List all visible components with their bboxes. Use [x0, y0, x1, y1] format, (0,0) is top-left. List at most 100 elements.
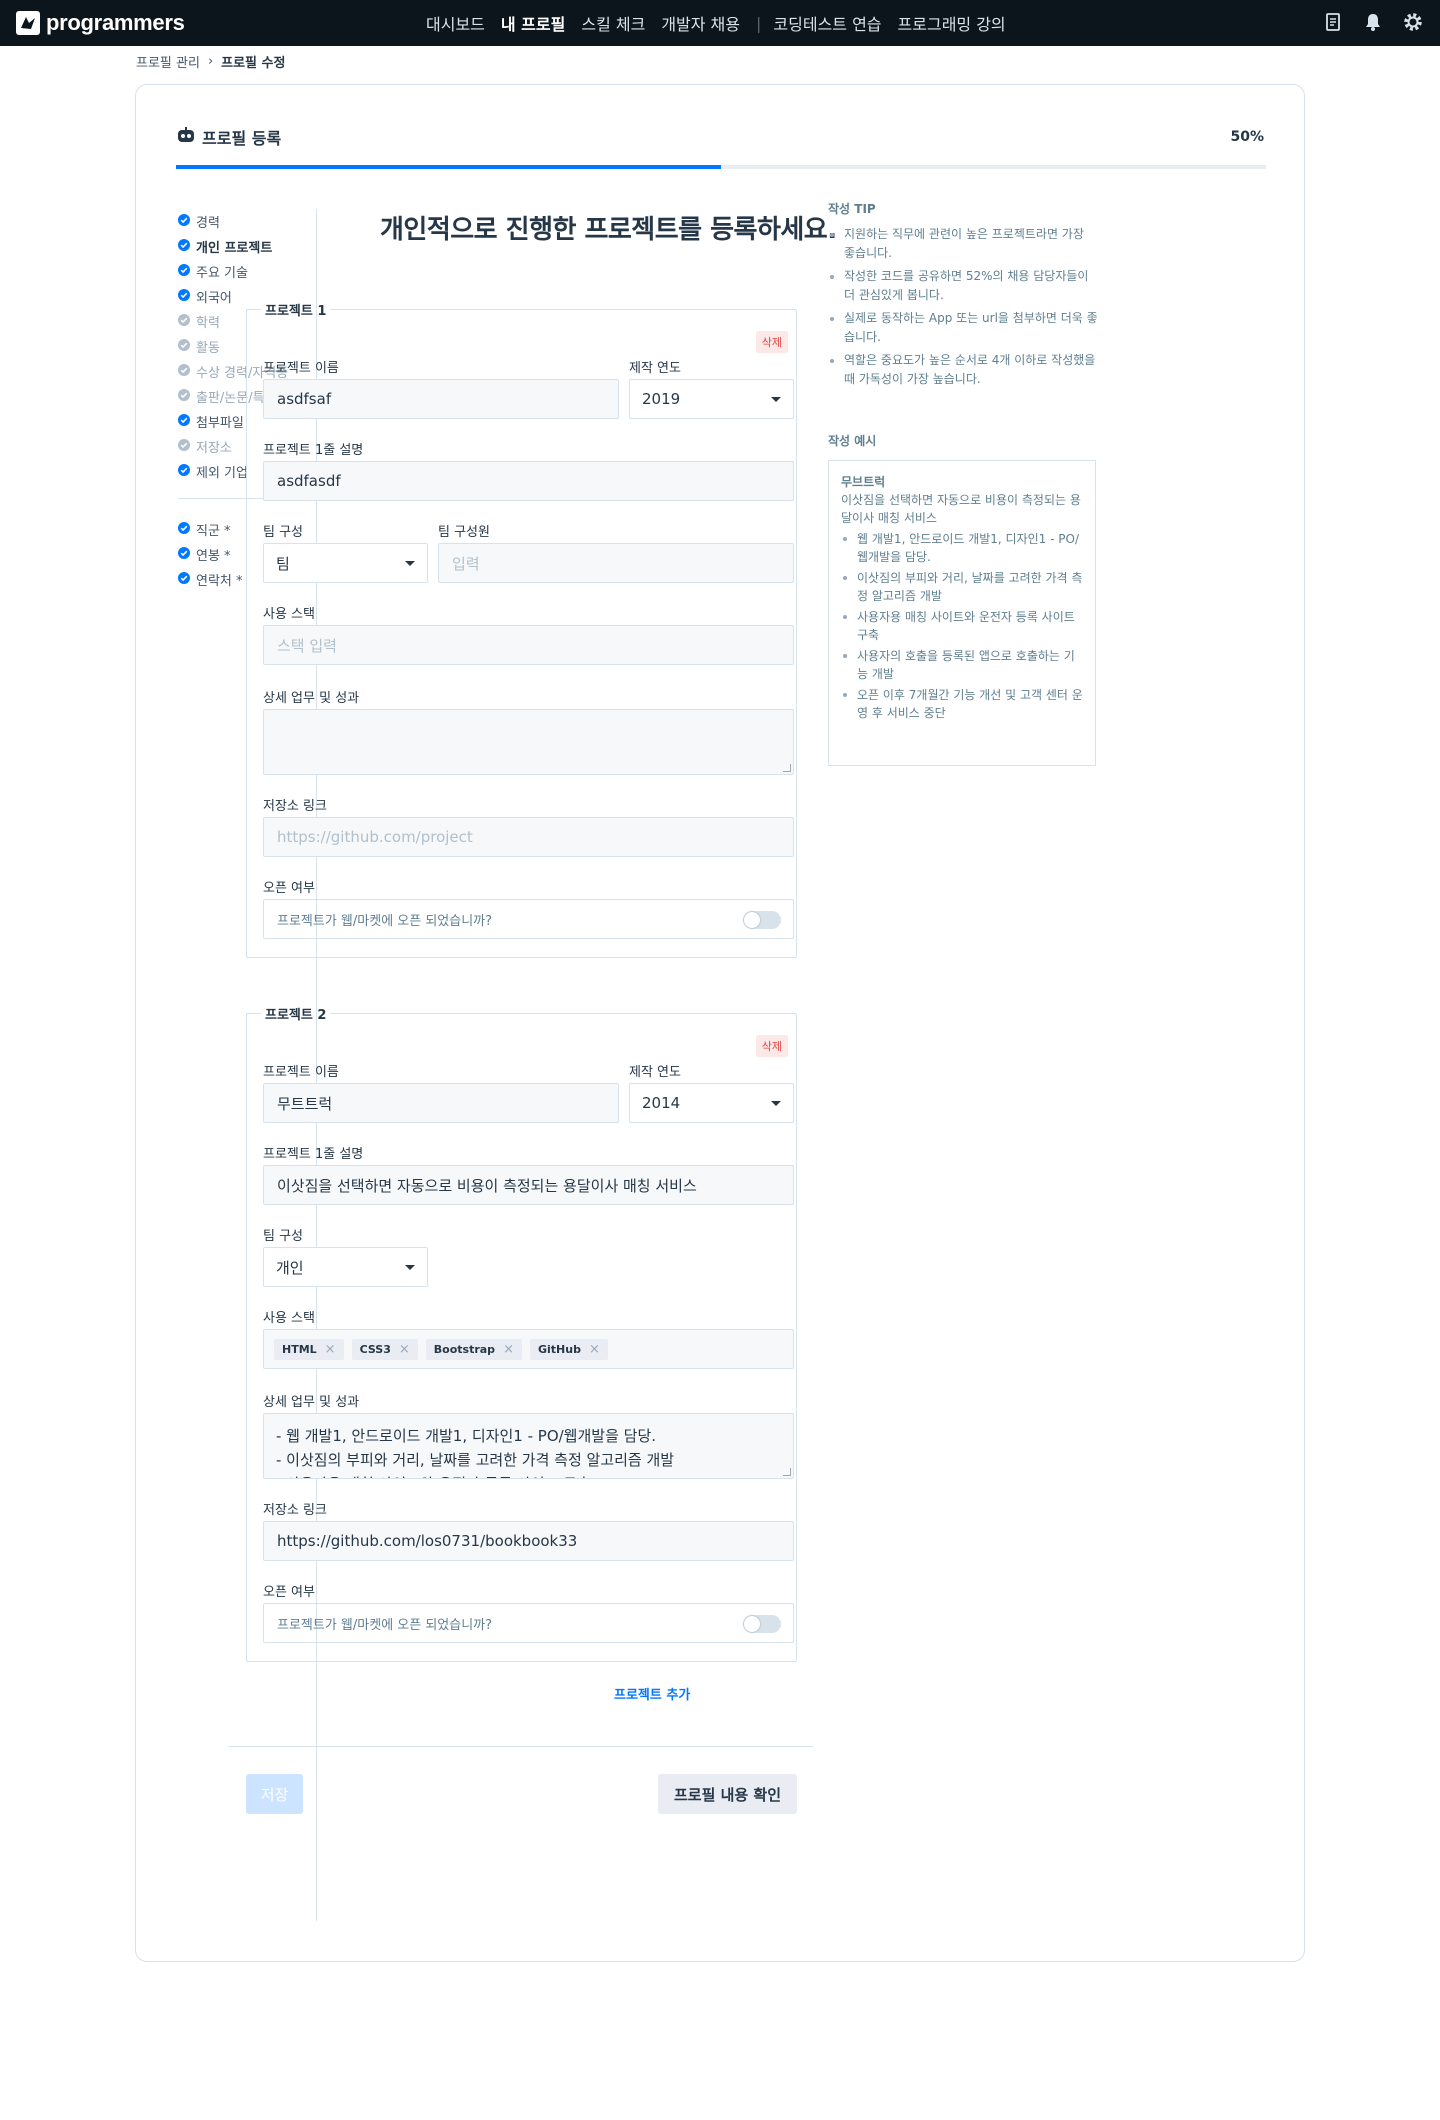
logo-icon	[16, 11, 40, 35]
project-2-stack-label: 사용 스택	[263, 1311, 315, 1326]
sidebar-item[interactable]: 개인 프로젝트	[178, 234, 316, 259]
check-circle-icon	[178, 313, 190, 330]
top-nav: programmers 대시보드 내 프로필 스킬 체크 개발자 채용 | 코딩…	[0, 0, 1440, 46]
page-heading: 개인적으로 진행한 프로젝트를 등록하세요.	[380, 215, 837, 245]
breadcrumb: 프로필 관리 › 프로필 수정	[136, 52, 285, 71]
logo[interactable]: programmers	[16, 10, 185, 36]
project-1-stack-label: 사용 스택	[263, 607, 315, 622]
example-desc: 이삿짐을 선택하면 자동으로 비용이 측정되는 용달이사 매칭 서비스	[841, 493, 1081, 525]
menu-lectures[interactable]: 프로그래밍 강의	[898, 11, 1006, 35]
breadcrumb-parent[interactable]: 프로필 관리	[136, 52, 200, 71]
gear-icon[interactable]	[1402, 11, 1424, 33]
project-2-open-toggle[interactable]	[743, 1615, 781, 1633]
project-2-team-select[interactable]: 개인	[263, 1247, 428, 1287]
project-1-year-select[interactable]: 2019	[629, 379, 794, 419]
check-circle-icon	[178, 463, 190, 480]
project-1-team-label: 팀 구성	[263, 525, 304, 540]
project-1-details-label: 상세 업무 및 성과	[263, 691, 360, 706]
check-circle-icon	[178, 363, 190, 380]
project-1-members-label: 팀 구성원	[438, 525, 490, 540]
stack-chip-label: CSS3	[359, 1342, 391, 1356]
project-1-details-textarea[interactable]	[263, 709, 794, 775]
tip-item: 역할은 중요도가 높은 순서로 4개 이하로 작성했을 때 가독성이 가장 높습…	[828, 351, 1098, 389]
project-2-stack-input[interactable]: HTML × CSS3 × Bootstrap × GitHub ×	[263, 1329, 794, 1369]
project-1-repo-input[interactable]: https://github.com/project	[263, 817, 794, 857]
save-button[interactable]: 저장	[246, 1774, 303, 1814]
project-1-name-input[interactable]: asdfsaf	[263, 379, 619, 419]
example-name: 무브트럭	[841, 475, 886, 489]
sidebar-item-label: 직군 *	[196, 524, 231, 539]
sidebar-item-label: 주요 기술	[196, 266, 248, 281]
project-2-year-select[interactable]: 2014	[629, 1083, 794, 1123]
project-2-open-question: 프로젝트가 웹/마켓에 오픈 되었습니까?	[277, 1617, 493, 1633]
example-item: 오픈 이후 7개월간 기능 개선 및 고객 센터 운영 후 서비스 중단	[841, 686, 1083, 722]
close-icon[interactable]: ×	[589, 1342, 600, 1357]
project-2-details-label: 상세 업무 및 성과	[263, 1395, 360, 1410]
menu-dashboard[interactable]: 대시보드	[426, 11, 485, 35]
project-1-stack-input[interactable]: 스택 입력	[263, 625, 794, 665]
sidebar-item-label: 연봉 *	[196, 549, 231, 564]
document-icon[interactable]	[1322, 11, 1344, 33]
card-title-text: 프로필 등록	[202, 129, 282, 148]
check-circle-icon	[178, 338, 190, 355]
menu-skill-check[interactable]: 스킬 체크	[581, 11, 645, 35]
check-circle-icon	[178, 413, 190, 430]
close-icon[interactable]: ×	[325, 1342, 336, 1357]
project-1-open-label: 오픈 여부	[263, 881, 315, 896]
project-2-oneline-input[interactable]: 이삿짐을 선택하면 자동으로 비용이 측정되는 용달이사 매칭 서비스	[263, 1165, 794, 1205]
tip-title: 작성 TIP	[828, 202, 876, 216]
menu-separator: |	[756, 13, 762, 33]
sidebar-item[interactable]: 경력	[178, 209, 316, 234]
project-2-name-input[interactable]: 무트트럭	[263, 1083, 619, 1123]
project-2-details-textarea[interactable]: - 웹 개발1, 안드로이드 개발1, 디자인1 - PO/웹개발을 담당. -…	[263, 1413, 794, 1479]
sidebar-item-label: 학력	[196, 316, 220, 331]
sidebar-item-label: 제외 기업	[196, 466, 248, 481]
project-1-team-select[interactable]: 팀	[263, 543, 428, 583]
footer-divider	[229, 1746, 813, 1747]
project-1-delete-button[interactable]: 삭제	[755, 331, 788, 353]
main-menu: 대시보드 내 프로필 스킬 체크 개발자 채용 | 코딩테스트 연습 프로그래밍…	[426, 0, 1022, 46]
project-1-name-label: 프로젝트 이름	[263, 361, 339, 376]
project-2-year-label: 제작 연도	[629, 1065, 681, 1080]
project-2-repo-label: 저장소 링크	[263, 1503, 327, 1518]
add-project-button[interactable]: 프로젝트 추가	[614, 1684, 690, 1703]
robot-icon	[176, 126, 196, 148]
menu-jobs[interactable]: 개발자 채용	[661, 11, 740, 35]
project-2-open-label: 오픈 여부	[263, 1585, 315, 1600]
project-1-oneline-input[interactable]: asdfasdf	[263, 461, 794, 501]
menu-my-profile[interactable]: 내 프로필	[501, 11, 565, 35]
project-1-oneline-label: 프로젝트 1줄 설명	[263, 443, 364, 458]
project-1-legend: 프로젝트 1	[265, 304, 327, 319]
project-1-fieldset: 프로젝트 1 삭제 프로젝트 이름 asdfsaf 제작 연도 2019 프로젝…	[246, 300, 797, 958]
project-2-oneline-label: 프로젝트 1줄 설명	[263, 1147, 364, 1162]
project-1-repo-label: 저장소 링크	[263, 799, 327, 814]
card-title: 프로필 등록	[176, 125, 281, 149]
project-1-year-label: 제작 연도	[629, 361, 681, 376]
bell-icon[interactable]	[1362, 11, 1384, 33]
close-icon[interactable]: ×	[503, 1342, 514, 1357]
sidebar-item-label: 경력	[196, 216, 220, 231]
project-1-members-input[interactable]: 입력	[438, 543, 794, 583]
check-circle-icon	[178, 213, 190, 230]
breadcrumb-current: 프로필 수정	[221, 56, 286, 71]
check-circle-icon	[178, 388, 190, 405]
stack-chip-label: Bootstrap	[433, 1342, 496, 1356]
chevron-right-icon: ›	[207, 54, 214, 69]
sidebar-item[interactable]: 주요 기술	[178, 259, 316, 284]
project-2-fieldset: 프로젝트 2 삭제 프로젝트 이름 무트트럭 제작 연도 2014 프로젝트 1…	[246, 1004, 797, 1662]
stack-chip: GitHub ×	[529, 1338, 608, 1360]
progress-percent: 50%	[1230, 129, 1264, 145]
project-2-name-label: 프로젝트 이름	[263, 1065, 339, 1080]
project-2-team-label: 팀 구성	[263, 1229, 304, 1244]
check-circle-icon	[178, 438, 190, 455]
stack-chip: HTML ×	[274, 1338, 344, 1360]
project-1-open-toggle[interactable]	[743, 911, 781, 929]
profile-preview-button[interactable]: 프로필 내용 확인	[658, 1774, 797, 1814]
project-2-delete-button[interactable]: 삭제	[755, 1035, 788, 1057]
example-item: 사용자용 매칭 사이트와 운전자 등록 사이트 구축	[841, 608, 1083, 644]
project-2-repo-input[interactable]: https://github.com/los0731/bookbook33	[263, 1521, 794, 1561]
menu-coding-test[interactable]: 코딩테스트 연습	[773, 11, 881, 35]
close-icon[interactable]: ×	[399, 1342, 410, 1357]
nav-icons	[1322, 11, 1424, 33]
sidebar-item-label: 저장소	[196, 441, 232, 456]
